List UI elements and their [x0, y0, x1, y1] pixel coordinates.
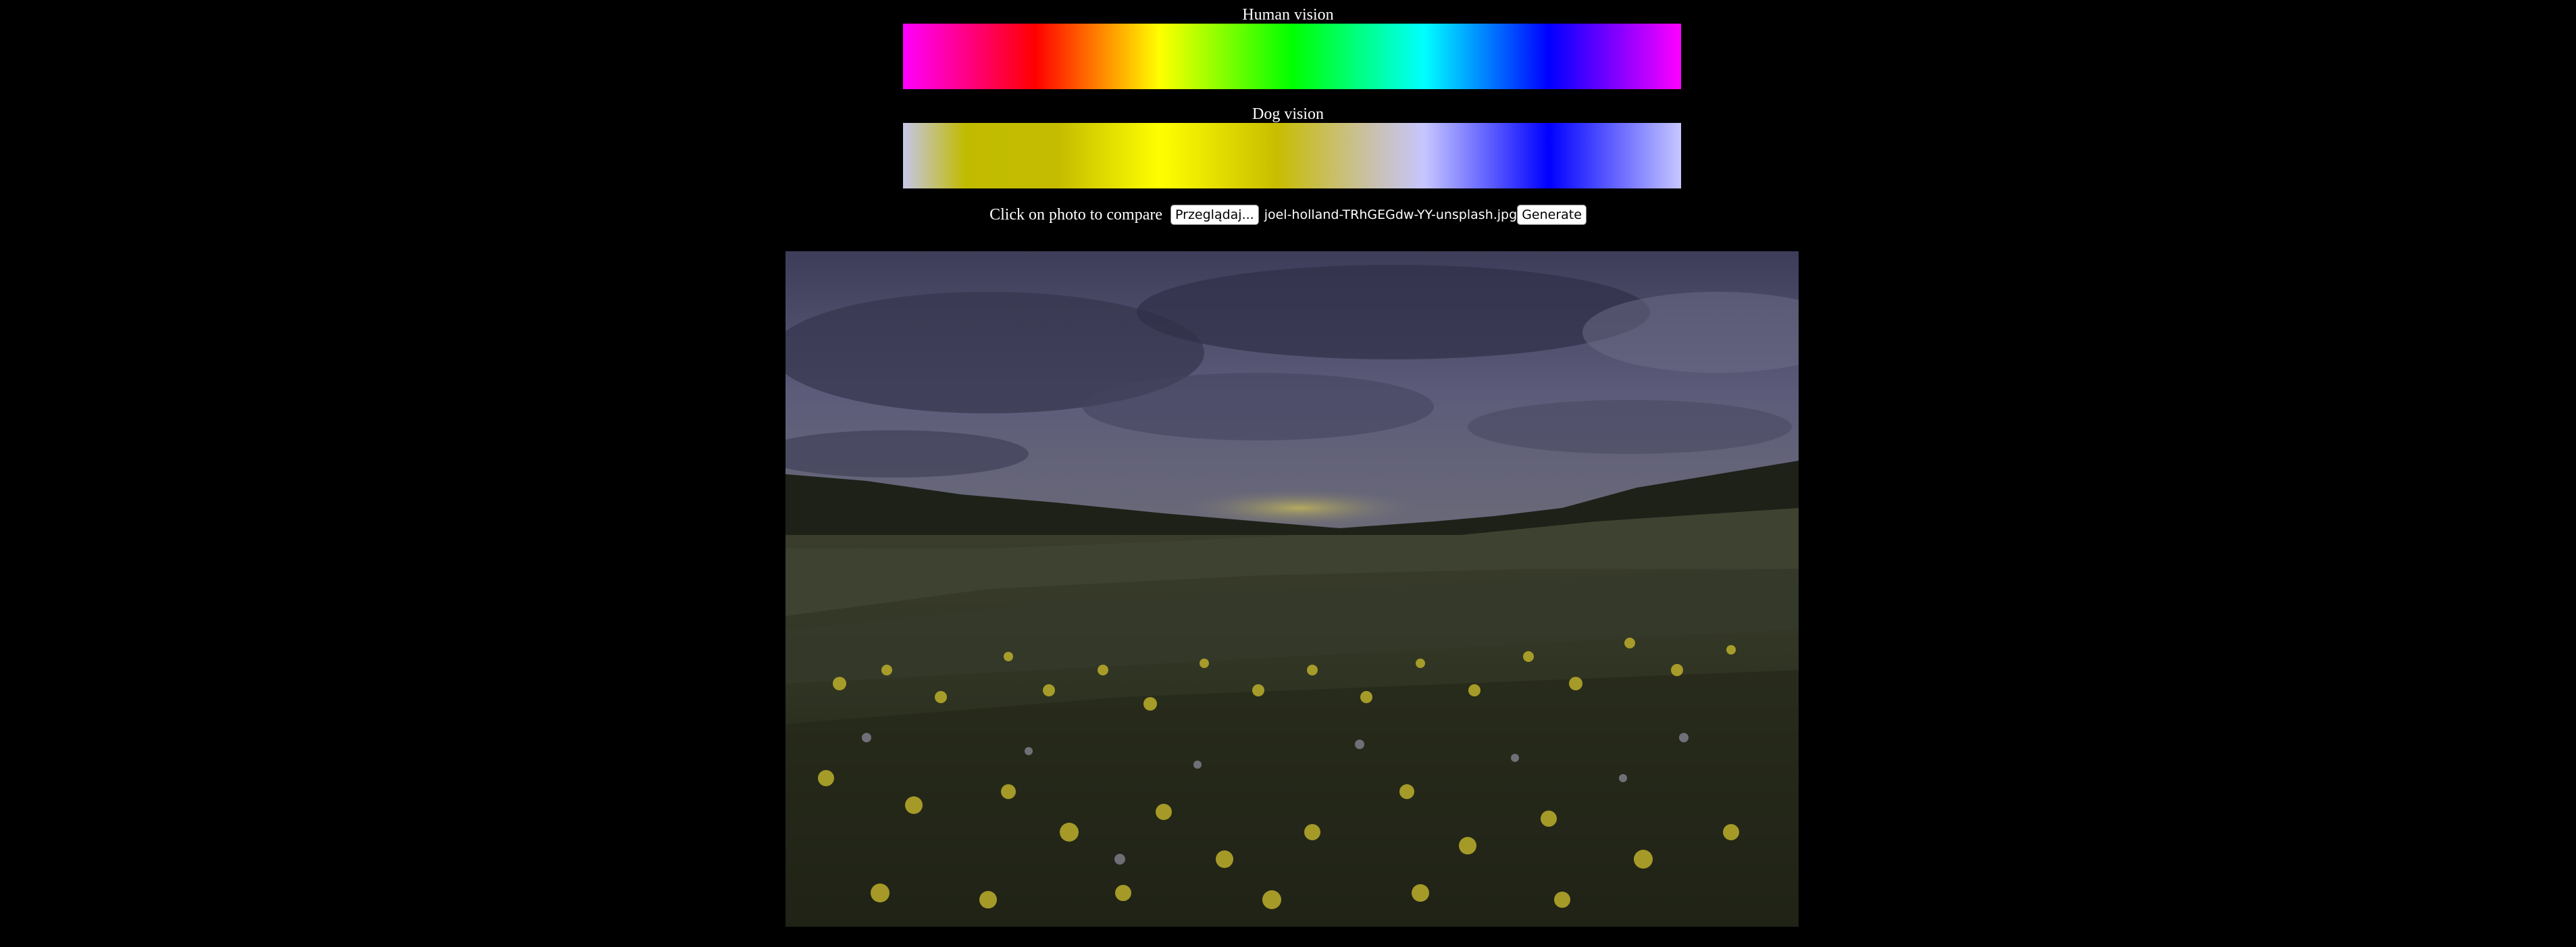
generate-button[interactable]: Generate: [1517, 205, 1587, 225]
controls-row: Click on photo to compare Przeglądaj... …: [0, 203, 2576, 227]
human-vision-spectrum: [903, 24, 1681, 89]
dog-vision-spectrum: [903, 123, 1681, 188]
selected-file-name: joel-holland-TRhGEGdw-YY-unsplash.jpg: [1264, 207, 1518, 222]
dog-vision-label: Dog vision: [1252, 105, 1324, 123]
compare-instruction: Click on photo to compare: [989, 205, 1163, 224]
meadow-photo-image: [785, 251, 1799, 927]
human-vision-label: Human vision: [1242, 6, 1334, 24]
comparison-photo[interactable]: [785, 251, 1799, 927]
browse-button[interactable]: Przeglądaj...: [1170, 205, 1259, 225]
